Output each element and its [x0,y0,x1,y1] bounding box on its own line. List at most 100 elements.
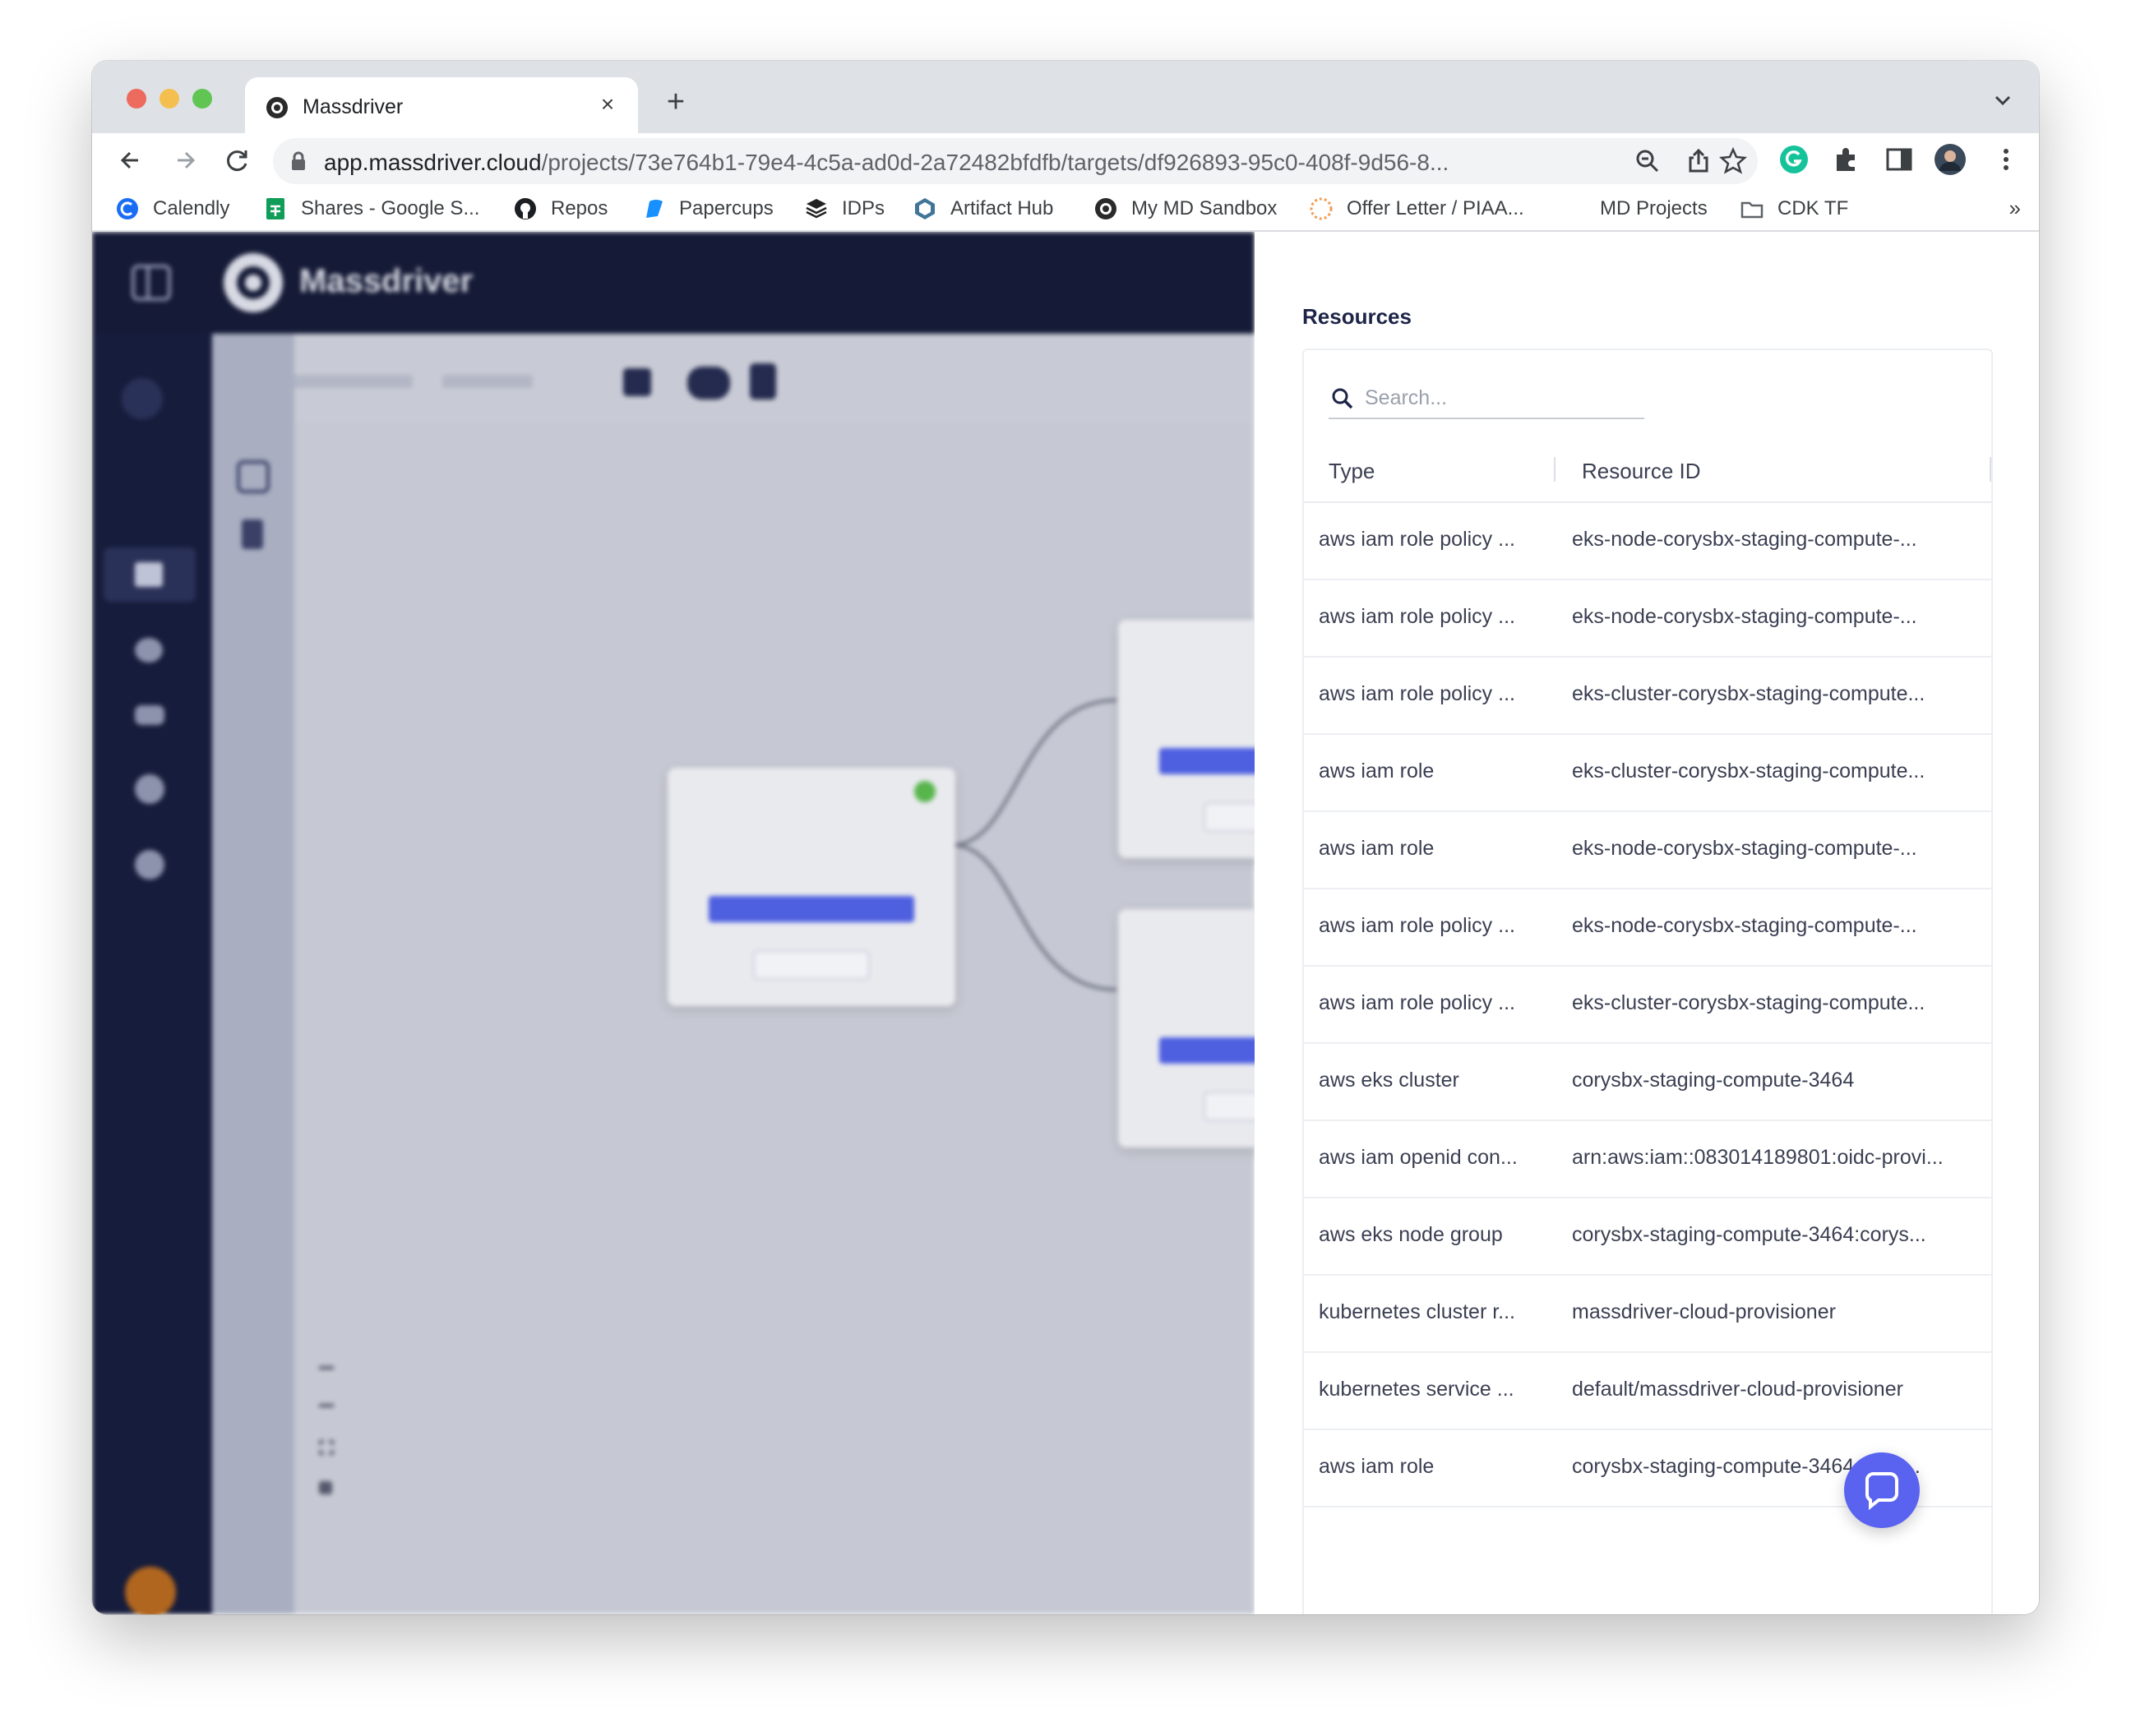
chat-launcher-button[interactable] [1844,1452,1920,1528]
table-row[interactable]: aws eks node group corysbx-staging-comput… [1304,1198,1991,1276]
bookmark-my-md-sandbox[interactable]: My MD Sandbox [1093,194,1277,224]
artifact-hub-icon [915,198,935,219]
bookmark-cdk-tf[interactable]: CDK TF [1740,194,1848,224]
column-header-resource-id[interactable]: Resource ID [1582,459,1701,484]
sidebar-toggle-icon[interactable] [130,261,173,304]
chevron-down-icon[interactable] [1991,89,2014,112]
table-row[interactable]: aws eks cluster corysbx-staging-compute-3… [1304,1044,1991,1121]
forward-arrow-icon[interactable] [168,143,202,178]
org-switcher[interactable] [122,378,163,419]
reload-icon[interactable] [220,143,255,178]
zoom-window-button[interactable] [192,89,212,108]
table-row[interactable]: kubernetes cluster r... massdriver-cloud-… [1304,1276,1991,1353]
bookmark-repos[interactable]: Repos [513,194,608,224]
browser-window: Massdriver × + app.massdriver.cloud/proj… [92,61,2039,1614]
type-cell: aws iam openid con... [1319,1146,1518,1169]
share-icon[interactable] [1684,146,1713,176]
column-resizer[interactable] [1990,457,1991,482]
package-icon[interactable] [237,460,270,493]
node-tabs[interactable] [709,896,914,922]
profile-avatar[interactable] [1934,143,1967,176]
massdriver-icon [266,97,288,118]
crown-icon[interactable] [135,638,163,663]
minimize-window-button[interactable] [159,89,179,108]
bundle-node-net[interactable] [668,768,955,1006]
column-resizer[interactable] [1554,457,1555,482]
table-row[interactable]: aws iam role policy ... eks-node-corysbx-… [1304,580,1991,658]
gear-icon[interactable] [135,850,164,880]
search-input[interactable] [1365,383,1636,413]
status-ok-icon [914,781,936,802]
bookmark-shares-google-sheets[interactable]: Shares - Google S... [263,194,479,224]
resource-id-cell: corysbx-staging-compute-3464 [1572,1069,1855,1092]
close-tab-icon[interactable]: × [594,90,622,118]
bookmark-artifact-hub[interactable]: Artifact Hub [913,194,1053,224]
bookmark-papercups[interactable]: Papercups [641,194,774,224]
panel-title: Resources [1302,304,1412,329]
resources-table-card: Type Resource ID aws iam role policy ...… [1302,349,1993,1614]
type-cell: aws eks cluster [1319,1069,1459,1092]
offer-letter-icon [1310,197,1333,220]
table-row[interactable]: aws iam role policy ... eks-cluster-corys… [1304,967,1991,1044]
table-row[interactable]: aws iam role eks-cluster-corysbx-staging-… [1304,735,1991,812]
url-text: app.massdriver.cloud/projects/73e764b1-7… [324,150,1449,175]
type-cell: aws iam role policy ... [1319,528,1515,551]
type-cell: kubernetes service ... [1319,1378,1514,1401]
bookmarks-overflow-button[interactable]: » [2009,196,2021,221]
table-row[interactable]: aws iam role policy ... eks-node-corysbx-… [1304,503,1991,580]
table-header: Type Resource ID [1304,441,1991,503]
zoom-icon[interactable] [1633,146,1662,176]
extensions-puzzle-icon[interactable] [1830,143,1863,176]
cloud-icon[interactable] [687,367,730,399]
app-header: Massdriver [92,232,1255,334]
browser-tab[interactable]: Massdriver × [245,77,638,133]
table-row[interactable]: aws iam role eks-node-corysbx-staging-com… [1304,812,1991,889]
massdriver-icon [1095,198,1116,219]
type-cell: aws iam role policy ... [1319,605,1515,628]
side-panel-icon[interactable] [1883,143,1916,176]
table-row[interactable]: aws iam role policy ... eks-cluster-corys… [1304,658,1991,735]
close-window-button[interactable] [127,89,146,108]
browser-toolbar: app.massdriver.cloud/projects/73e764b1-7… [92,133,2039,187]
globe-icon[interactable] [135,774,164,804]
type-cell: aws iam role policy ... [1319,914,1515,937]
blurred-background-app: Massdriver [92,232,1320,1614]
back-arrow-icon[interactable] [113,143,148,178]
bookmark-md-projects[interactable]: MD Projects [1600,194,1708,224]
add-bundle-icon[interactable] [623,368,651,396]
new-tab-icon[interactable]: + [659,85,692,118]
zoom-controls[interactable] [319,1360,335,1540]
bookmarks-bar: Calendly Shares - Google S... Repos Pape… [92,187,2039,232]
bookmark-calendly[interactable]: Calendly [115,194,229,224]
column-header-type[interactable]: Type [1329,459,1375,484]
table-row[interactable]: aws iam openid con... arn:aws:iam::083014… [1304,1121,1991,1198]
calendly-icon [117,198,138,219]
diagram-canvas[interactable] [294,422,1320,1614]
resource-id-cell: eks-node-corysbx-staging-compute-... [1572,605,1917,628]
bookmark-offer-letter[interactable]: Offer Letter / PIAA... [1309,194,1524,224]
table-row[interactable]: kubernetes service ... default/massdriver… [1304,1353,1991,1430]
docker-icon[interactable] [135,705,164,725]
type-cell: kubernetes cluster r... [1319,1300,1516,1323]
type-cell: aws iam role [1319,760,1435,783]
chat-bubble-icon [1865,1472,1898,1510]
bookmark-star-icon[interactable] [1718,146,1748,176]
table-row[interactable]: aws iam role policy ... eks-node-corysbx-… [1304,889,1991,967]
compass-icon[interactable] [242,519,263,549]
configure-button[interactable] [753,950,870,980]
app-area: Massdriver Resources Search... Type Reso… [92,232,2039,1614]
kebab-menu-icon[interactable] [1990,143,2022,176]
grammarly-icon[interactable] [1777,143,1810,176]
lock-icon[interactable] [750,363,776,399]
avatar[interactable] [125,1567,176,1614]
address-bar[interactable]: app.massdriver.cloud/projects/73e764b1-7… [273,138,1758,184]
resource-id-cell: arn:aws:iam::083014189801:oidc-provi... [1572,1146,1944,1169]
breadcrumb-bar [212,334,1255,422]
diagram-icon [135,562,163,587]
github-icon [515,198,536,219]
resource-id-cell: eks-cluster-corysbx-staging-compute... [1572,760,1925,783]
resources-panel: Resources Type Resource ID aws iam [1255,232,2039,1614]
bookmark-idps[interactable]: IDPs [804,194,885,224]
breadcrumb-env[interactable] [442,375,533,388]
app-sidebar [92,334,212,1614]
